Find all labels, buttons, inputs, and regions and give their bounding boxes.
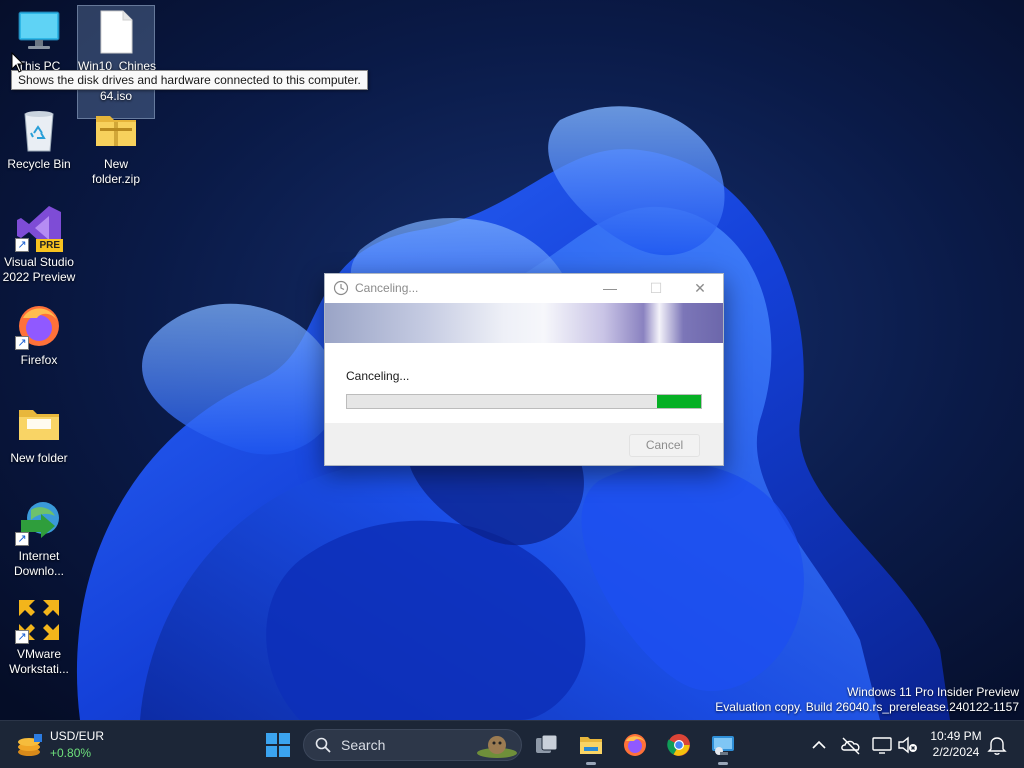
maximize-button[interactable]: ☐ [633,274,679,303]
watermark-build: Evaluation copy. Build 26040.rs_prerelea… [715,700,1019,714]
folder-icon [15,400,63,448]
mouse-pointer-icon [11,52,25,73]
running-indicator [718,762,728,765]
desktop-icon-vmware[interactable]: ↗ VMware Workstati... [0,596,78,677]
minimize-button[interactable]: — [587,274,633,303]
start-button[interactable] [258,725,298,765]
desktop-icon-idm[interactable]: ↗ Internet Downlo... [0,498,78,579]
preview-badge: PRE [36,239,63,252]
desktop-icon-label: Internet Downlo... [13,549,65,578]
taskbar-chrome[interactable] [659,725,699,765]
desktop-icon-label: Recycle Bin [7,157,71,171]
onedrive-icon[interactable] [839,733,863,757]
chrome-icon [667,734,690,756]
notification-bell-icon[interactable] [985,733,1009,757]
search-highlight-icon [477,736,517,758]
desktop-icon-label: New folder [10,451,68,465]
cancel-button[interactable]: Cancel [629,434,700,457]
progress-bar-fill [656,395,701,408]
firefox-icon [624,734,646,756]
taskbar-search-box[interactable]: Search [303,729,522,761]
show-hidden-icons-chevron[interactable] [807,733,831,757]
progress-bar [346,394,702,409]
remote-desktop-icon [712,736,734,755]
volume-muted-icon[interactable] [896,733,920,757]
close-button[interactable]: ✕ [677,274,723,303]
download-manager-icon: ↗ [15,498,63,546]
network-icon[interactable] [870,733,894,757]
search-placeholder: Search [341,737,386,753]
task-view-icon [536,734,558,753]
clock-time: 10:49 PM [930,729,982,743]
shortcut-arrow-icon: ↗ [15,238,29,252]
dialog-banner [325,303,723,343]
monitor-icon [15,8,63,56]
desktop-icon-label: New folder.zip [91,157,141,186]
tooltip: Shows the disk drives and hardware conne… [11,70,368,90]
shortcut-arrow-icon: ↗ [15,630,29,644]
search-icon [315,737,331,753]
dialog-title: Canceling... [355,281,419,295]
task-view-button[interactable] [527,725,567,765]
evaluation-watermark: Windows 11 Pro Insider Preview Evaluatio… [715,685,1019,715]
dialog-title-bar[interactable]: Canceling... — ☐ ✕ [325,274,723,303]
watermark-edition: Windows 11 Pro Insider Preview [847,685,1019,699]
taskbar-file-explorer[interactable] [571,725,611,765]
firefox-icon: ↗ [15,302,63,350]
dialog-body: Canceling... [325,343,723,423]
desktop-icon-iso[interactable]: Win10_Chines HongKong)_x 64.iso [77,5,156,119]
file-icon [92,8,140,56]
currency-widget-icon [18,734,42,756]
desktop-icon-label: VMware Workstati... [9,647,69,676]
taskbar-clock[interactable]: 10:49 PM 2/2/2024 [922,728,990,760]
desktop-icon-visual-studio[interactable]: PRE ↗ Visual Studio 2022 Preview [0,204,78,285]
status-text: Canceling... [346,369,410,383]
vmware-icon: ↗ [15,596,63,644]
desktop-icon-label: Firefox [20,353,58,367]
desktop-icon-label: Visual Studio 2022 Preview [2,255,76,284]
taskbar-firefox[interactable] [615,725,655,765]
running-indicator [586,762,596,765]
taskbar: USD/EUR +0.80% Search 10:49 PM 2/2/2024 [0,720,1024,768]
visual-studio-icon: PRE ↗ [15,204,63,252]
file-explorer-icon [580,737,602,754]
desktop-icon-firefox[interactable]: ↗ Firefox [0,302,78,368]
desktop-icon-new-folder[interactable]: New folder [0,400,78,466]
canceling-dialog: Canceling... — ☐ ✕ Canceling... Cancel [324,273,724,466]
clock-date: 2/2/2024 [932,745,980,759]
desktop-icon-recycle-bin[interactable]: Recycle Bin [0,106,78,172]
taskbar-remote-desktop[interactable] [703,725,743,765]
zip-folder-icon [92,106,140,154]
windows-logo-icon [266,733,290,757]
widget-title: USD/EUR [50,729,105,743]
shortcut-arrow-icon: ↗ [15,336,29,350]
widget-change: +0.80% [50,746,92,760]
desktop-icon-new-folder-zip[interactable]: New folder.zip [77,106,155,187]
clock-icon [333,280,349,296]
shortcut-arrow-icon: ↗ [15,532,29,546]
recycle-bin-icon [15,106,63,154]
